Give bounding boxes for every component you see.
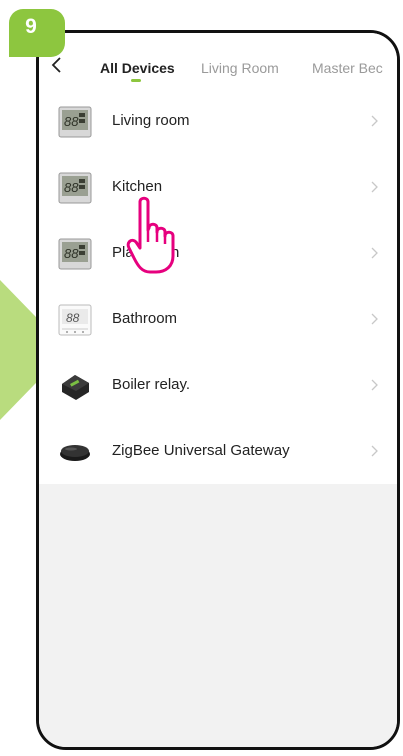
lcd-thermostat-icon: 88 bbox=[58, 238, 92, 270]
device-row-living-room[interactable]: 88 Living room bbox=[39, 88, 397, 154]
back-arrow-icon[interactable] bbox=[47, 55, 67, 75]
chevron-right-icon bbox=[371, 445, 378, 457]
step-number: 9 bbox=[25, 15, 37, 38]
tab-master-bedroom[interactable]: Master Bec bbox=[312, 60, 383, 76]
tab-living-room[interactable]: Living Room bbox=[201, 60, 279, 76]
svg-text:88: 88 bbox=[64, 114, 79, 129]
device-label: ZigBee Universal Gateway bbox=[112, 442, 290, 459]
lcd-thermostat-icon: 88 bbox=[58, 172, 92, 204]
svg-text:88: 88 bbox=[64, 246, 79, 261]
device-label: Kitchen bbox=[112, 178, 163, 195]
device-row-third[interactable]: 88 Pla n bbox=[39, 220, 397, 286]
chevron-right-icon bbox=[371, 247, 378, 259]
svg-text:88: 88 bbox=[64, 180, 79, 195]
device-row-boiler-relay[interactable]: Boiler relay. bbox=[39, 352, 397, 418]
step-badge: 9 bbox=[9, 9, 65, 57]
boiler-relay-icon bbox=[62, 375, 89, 400]
device-row-bathroom[interactable]: 88 Bathroom bbox=[39, 286, 397, 352]
active-tab-indicator bbox=[131, 79, 141, 82]
empty-background bbox=[39, 484, 397, 747]
gateway-icon bbox=[60, 445, 90, 461]
chevron-right-icon bbox=[371, 115, 378, 127]
device-row-zigbee-gateway[interactable]: ZigBee Universal Gateway bbox=[39, 418, 397, 484]
device-row-kitchen[interactable]: 88 Kitchen bbox=[39, 154, 397, 220]
chevron-right-icon bbox=[371, 181, 378, 193]
device-label: Living room bbox=[112, 112, 190, 129]
phone-screen: All Devices Living Room Master Bec 88 Li… bbox=[36, 30, 400, 750]
tab-all-devices[interactable]: All Devices bbox=[100, 60, 175, 76]
pointing-hand-icon bbox=[126, 196, 175, 274]
lcd-thermostat-icon: 88 bbox=[58, 106, 92, 138]
device-label: Bathroom bbox=[112, 310, 178, 327]
device-list: 88 Living room 88 Kitchen 88 Pla n 88 Ba… bbox=[39, 88, 397, 484]
device-label: Boiler relay. bbox=[112, 376, 191, 393]
wall-thermostat-icon: 88 bbox=[58, 304, 92, 336]
chevron-right-icon bbox=[371, 313, 378, 325]
svg-text:88: 88 bbox=[66, 311, 80, 325]
chevron-right-icon bbox=[371, 379, 378, 391]
tab-bar: All Devices Living Room Master Bec bbox=[39, 33, 397, 93]
